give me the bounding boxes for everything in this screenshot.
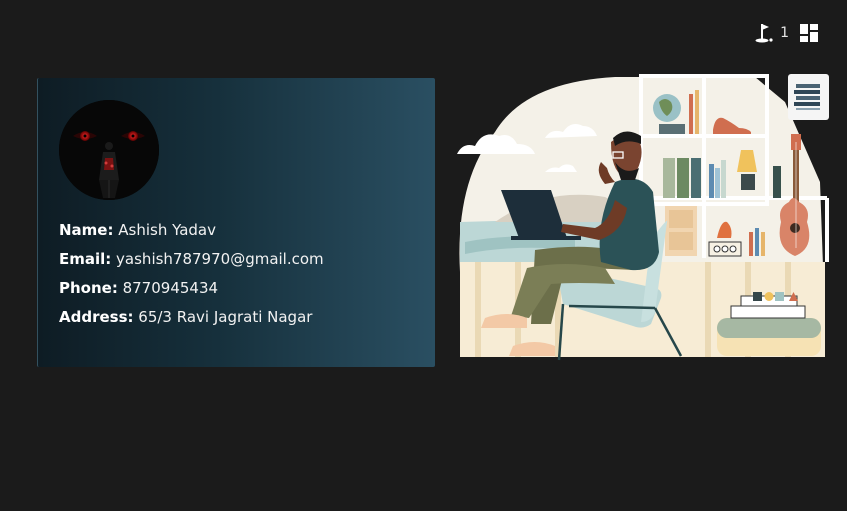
page-root: 1 Name: Ashish Yadav Email: yashish78797…	[0, 0, 847, 511]
name-label: Name:	[59, 221, 114, 239]
profile-phone-row: Phone: 8770945434	[59, 279, 324, 298]
name-value: Ashish Yadav	[113, 221, 216, 239]
dashboard-layout-icon[interactable]	[799, 23, 819, 43]
profile-name-row: Name: Ashish Yadav	[59, 221, 324, 240]
email-value: yashish787970@gmail.com	[111, 250, 324, 268]
phone-value: 8770945434	[117, 279, 219, 297]
address-value: 65/3 Ravi Jagrati Nagar	[133, 308, 313, 326]
phone-label: Phone:	[59, 279, 118, 297]
email-label: Email:	[59, 250, 112, 268]
notification-count: 1	[780, 25, 789, 41]
profile-info-list: Name: Ashish Yadav Email: yashish787970@…	[59, 221, 324, 337]
golf-flag-icon[interactable]	[754, 22, 774, 44]
profile-card: Name: Ashish Yadav Email: yashish787970@…	[37, 78, 435, 367]
document-thumbnail-icon[interactable]	[788, 74, 829, 120]
avatar	[59, 100, 159, 200]
profile-email-row: Email: yashish787970@gmail.com	[59, 250, 324, 269]
profile-address-row: Address: 65/3 Ravi Jagrati Nagar	[59, 308, 324, 327]
address-label: Address:	[59, 308, 134, 326]
top-toolbar: 1	[754, 22, 819, 44]
person-working-on-laptop-illustration	[455, 72, 833, 364]
